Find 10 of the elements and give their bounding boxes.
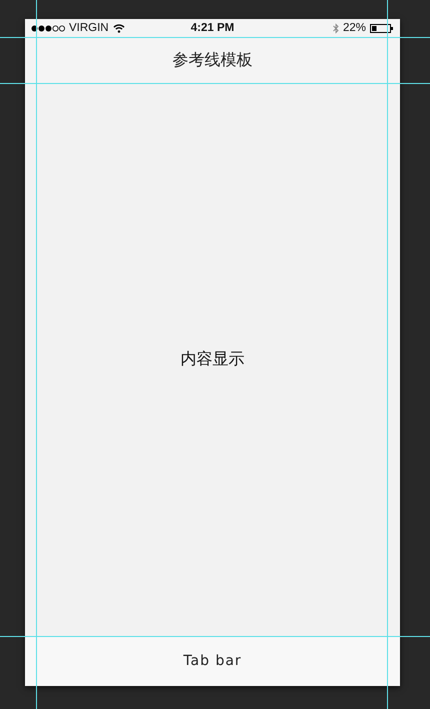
signal-icon — [31, 24, 65, 32]
tab-bar-label: Tab bar — [183, 653, 242, 669]
content-text: 内容显示 — [180, 349, 244, 370]
status-time: 4:21 PM — [190, 22, 234, 34]
battery-icon — [370, 24, 394, 32]
battery-percent: 22% — [342, 22, 366, 34]
bluetooth-icon — [332, 22, 339, 34]
nav-title: 参考线模板 — [172, 50, 252, 70]
carrier-name: VIRGIN — [69, 22, 109, 34]
wifi-icon — [112, 24, 125, 32]
